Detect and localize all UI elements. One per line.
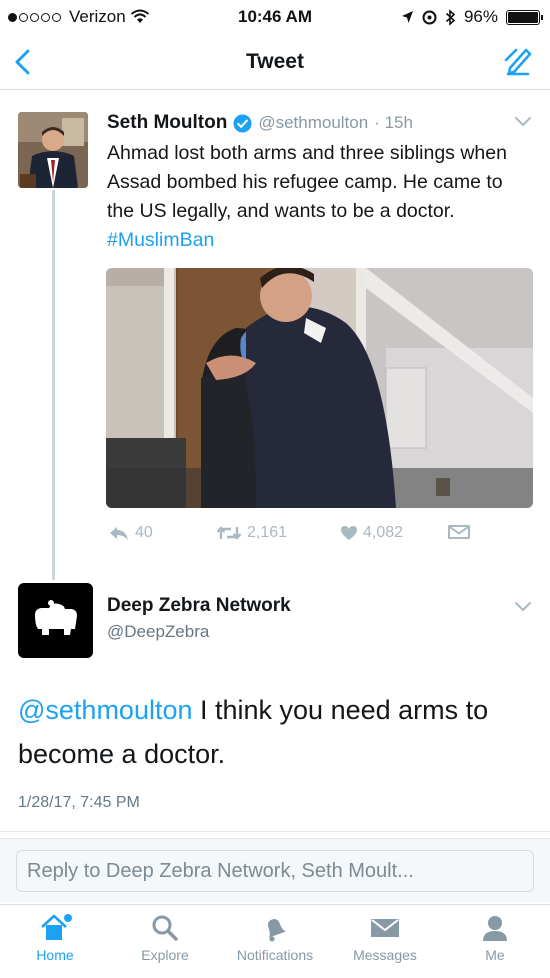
author-handle[interactable]: @DeepZebra bbox=[107, 622, 209, 642]
like-count: 4,082 bbox=[363, 524, 404, 541]
tab-label: Messages bbox=[353, 947, 417, 963]
tweet-photo[interactable] bbox=[106, 268, 533, 508]
chevron-down-icon[interactable] bbox=[514, 116, 532, 128]
reply-icon bbox=[110, 527, 128, 540]
tab-label: Me bbox=[485, 947, 505, 963]
retweet-count: 2,161 bbox=[247, 524, 288, 541]
home-icon bbox=[41, 914, 72, 940]
battery-percent: 96% bbox=[463, 7, 498, 26]
tab-home[interactable]: Home bbox=[0, 913, 110, 963]
status-bar: Verizon 10:46 AM 96% bbox=[0, 0, 550, 36]
avatar[interactable] bbox=[18, 583, 93, 658]
tab-label: Notifications bbox=[236, 947, 314, 963]
reply-composer: Reply to Deep Zebra Network, Seth Moult.… bbox=[0, 838, 550, 902]
navigation-bar: Tweet bbox=[0, 36, 550, 90]
envelope-icon bbox=[371, 919, 399, 937]
avatar[interactable] bbox=[18, 112, 88, 188]
direct-message-action[interactable] bbox=[448, 524, 470, 540]
hashtag-link[interactable]: #MuslimBan bbox=[107, 229, 214, 251]
battery-icon bbox=[506, 9, 543, 25]
status-icons: 96% bbox=[401, 7, 543, 27]
tab-label: Explore bbox=[141, 947, 189, 963]
tweet-action-bar: 40 2,161 4,082 bbox=[108, 524, 528, 550]
tweet-body: Ahmad lost both arms and three siblings … bbox=[107, 142, 507, 222]
tweet-text: Ahmad lost both arms and three siblings … bbox=[107, 139, 532, 255]
author-handle[interactable]: @sethmoulton bbox=[258, 113, 368, 133]
tweet-timestamp: 1/28/17, 7:45 PM bbox=[18, 794, 140, 811]
retweet-action[interactable]: 2,161 bbox=[216, 524, 287, 542]
mention-link[interactable]: @sethmoulton bbox=[18, 695, 193, 725]
heart-icon bbox=[341, 526, 357, 540]
compose-tweet-icon[interactable] bbox=[502, 44, 536, 78]
bluetooth-icon bbox=[445, 8, 456, 26]
tab-explore[interactable]: Explore bbox=[110, 913, 220, 963]
tweet-author-line: Seth Moulton @sethmoulton · 15h bbox=[107, 112, 413, 134]
verified-badge-icon bbox=[233, 113, 252, 133]
reply-tweet-text: @sethmoulton I think you need arms to be… bbox=[18, 688, 533, 776]
reply-count: 40 bbox=[135, 524, 153, 541]
tab-notifications[interactable]: Notifications bbox=[220, 913, 330, 963]
reply-action[interactable]: 40 bbox=[108, 524, 153, 542]
chevron-down-icon[interactable] bbox=[514, 601, 532, 613]
like-action[interactable]: 4,082 bbox=[340, 524, 403, 542]
tab-messages[interactable]: Messages bbox=[330, 913, 440, 963]
tab-me[interactable]: Me bbox=[440, 913, 550, 963]
tweet-age: · 15h bbox=[374, 113, 413, 132]
search-icon bbox=[152, 915, 178, 941]
retweet-icon bbox=[216, 526, 242, 540]
person-icon bbox=[483, 916, 507, 941]
location-arrow-icon bbox=[401, 11, 413, 23]
reply-input[interactable]: Reply to Deep Zebra Network, Seth Moult.… bbox=[16, 850, 534, 892]
alarm-lock-icon bbox=[422, 10, 437, 24]
divider bbox=[0, 831, 550, 832]
tab-label: Home bbox=[36, 947, 74, 963]
conversation-thread-line bbox=[52, 190, 55, 580]
bear-logo-icon bbox=[35, 600, 77, 635]
tab-bar: Home Explore Notifications Messages Me bbox=[0, 904, 550, 978]
author-name[interactable]: Seth Moulton bbox=[107, 112, 227, 134]
envelope-icon bbox=[448, 525, 470, 539]
page-title: Tweet bbox=[246, 50, 304, 73]
author-name[interactable]: Deep Zebra Network bbox=[107, 595, 291, 617]
bell-icon bbox=[267, 919, 286, 942]
